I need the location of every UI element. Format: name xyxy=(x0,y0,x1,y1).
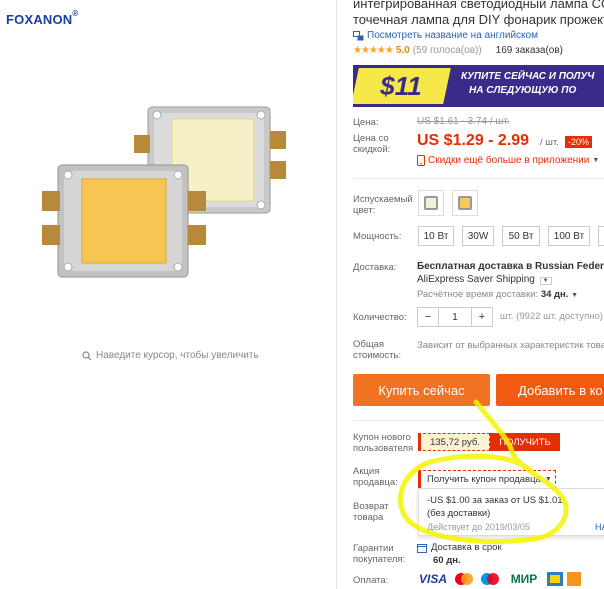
quantity-label: Количество: xyxy=(353,312,407,323)
buy-now-button[interactable]: Купить сейчас xyxy=(353,374,490,406)
total-value: Зависит от выбранных характеристик товар… xyxy=(417,340,604,351)
rating-score: 5.0 xyxy=(395,45,410,56)
seller-coupon-dropdown[interactable]: Получить купон продавца ▼ xyxy=(418,470,556,489)
power-option-50w[interactable]: 50 Вт xyxy=(502,226,540,246)
quantity-stepper: − 1 + xyxy=(417,307,493,327)
rating-stars: ★★★★★ xyxy=(353,45,394,56)
quantity-plus-button[interactable]: + xyxy=(472,308,492,326)
divider xyxy=(353,420,604,421)
visa-logo: VISA xyxy=(418,572,447,586)
original-price: US $1.61 - 3.74 / шт. xyxy=(417,116,510,127)
get-coupon-button[interactable]: ПОЛУЧИТЬ xyxy=(490,433,560,451)
zoom-hint-text: Наведите курсор, чтобы увеличить xyxy=(96,350,259,361)
promo-text: КУПИТЕ СЕЙЧАС И ПОЛУЧ НА СЛЕДУЮЩУЮ ПО xyxy=(461,71,595,96)
translate-link[interactable]: Посмотреть название на английском xyxy=(353,30,538,41)
calendar-clock-icon xyxy=(417,543,427,553)
chevron-down-icon[interactable]: ▼ xyxy=(571,292,578,299)
maestro-logo xyxy=(481,573,499,585)
brand-logo: FOXANON® xyxy=(6,9,79,27)
orders-count: 169 заказа(ов) xyxy=(495,45,564,56)
guarantee-days: 60 дн. xyxy=(433,555,461,566)
webmoney-logo xyxy=(547,572,563,586)
new-user-coupon-value: 135,72 руб. xyxy=(418,433,490,451)
phone-icon xyxy=(417,155,425,166)
rating-row: ★★★★★ 5.0 (59 голоса(ов)) 169 заказа(ов) xyxy=(353,45,563,56)
new-user-coupon-label: Купон нового пользователя xyxy=(353,432,414,454)
color-label: Испускаемый цвет: xyxy=(353,194,413,216)
color-swatch-warm xyxy=(458,196,472,210)
delivery-time: Расчётное время доставки: 34 дн. ▼ xyxy=(417,289,579,300)
magnifier-icon xyxy=(82,350,92,360)
caret-down-icon: ▼ xyxy=(544,476,552,483)
discount-price-label: Цена со скидкой: xyxy=(353,133,391,155)
led-chip-front xyxy=(42,164,206,278)
find-button[interactable]: НАЙТИ xyxy=(595,522,604,532)
price-label: Цена: xyxy=(353,117,379,128)
guarantee-label: Гарантии покупателя: xyxy=(353,543,406,565)
quantity-available: шт. (9922 шт. доступно) xyxy=(500,311,603,322)
shipping-method-select[interactable]: AliExpress Saver Shipping ▼ xyxy=(417,274,552,285)
promo-banner[interactable]: $11 КУПИТЕ СЕЙЧАС И ПОЛУЧ НА СЛЕДУЮЩУЮ П… xyxy=(353,65,604,107)
power-option-100w[interactable]: 100 Вт xyxy=(548,226,590,246)
promo-amount: $11 xyxy=(380,71,422,101)
mir-logo: МИР xyxy=(510,572,538,586)
current-price: US $1.29 - 2.99 xyxy=(417,132,530,149)
seller-promo-label: Акция продавца: xyxy=(353,466,398,488)
product-image[interactable] xyxy=(30,95,310,315)
on-time-delivery: Доставка в срок xyxy=(417,542,502,553)
quantity-minus-button[interactable]: − xyxy=(418,308,438,326)
chevron-down-icon: ▼ xyxy=(539,277,552,285)
power-label: Мощность: xyxy=(353,231,402,242)
mastercard-logo xyxy=(455,573,473,585)
color-option-warm-white[interactable] xyxy=(452,190,478,216)
power-option-more[interactable] xyxy=(598,226,604,246)
divider xyxy=(353,178,604,179)
chevron-down-icon: ▼ xyxy=(592,157,600,164)
price-unit: / шт. xyxy=(540,137,559,148)
seller-offer-amount: -US $1.00 за заказ от US $1.01 xyxy=(427,495,563,506)
seller-coupon-panel: -US $1.00 за заказ от US $1.01 (без дост… xyxy=(418,488,604,536)
seller-offer-validity: Действует до 2019/03/05 xyxy=(427,522,530,532)
total-label: Общая стоимость: xyxy=(353,339,402,361)
product-title: интегрированная светодиодный лампа COB 3… xyxy=(353,0,604,27)
power-option-10w[interactable]: 10 Вт xyxy=(418,226,454,246)
color-option-cold-white[interactable] xyxy=(418,190,444,216)
discount-badge: -20% xyxy=(565,136,593,148)
power-option-30w[interactable]: 30W xyxy=(462,226,494,246)
add-to-cart-button[interactable]: Добавить в ко xyxy=(496,374,604,406)
seller-offer-note: (без доставки) xyxy=(427,508,491,519)
returns-label: Возврат товара xyxy=(353,501,389,523)
color-swatch-white xyxy=(424,196,438,210)
payment-method-logo xyxy=(567,572,581,586)
app-discount-link[interactable]: Скидки ещё больше в приложении ▼ xyxy=(417,155,599,166)
shipping-title: Бесплатная доставка в Russian Federation xyxy=(417,261,604,272)
payment-methods: VISA МИР xyxy=(417,572,581,586)
quantity-input[interactable]: 1 xyxy=(438,308,472,326)
product-detail-panel: интегрированная светодиодный лампа COB 3… xyxy=(337,0,604,589)
zoom-hint: Наведите курсор, чтобы увеличить xyxy=(82,350,259,361)
translate-icon xyxy=(353,30,364,40)
shipping-label: Доставка: xyxy=(353,262,397,273)
rating-votes[interactable]: (59 голоса(ов)) xyxy=(413,45,482,56)
payment-label: Оплата: xyxy=(353,575,389,586)
gallery-panel: FOXANON® Наведите курсор, чтобы увеличит… xyxy=(0,0,335,589)
